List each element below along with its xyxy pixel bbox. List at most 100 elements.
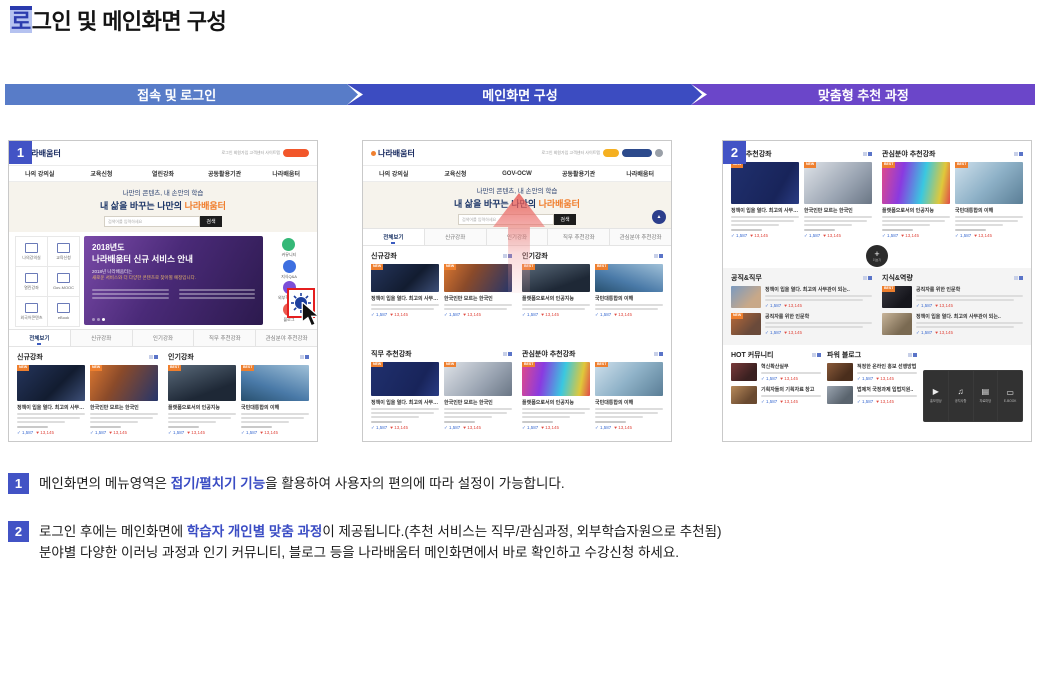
carousel-next-icon[interactable] bbox=[817, 353, 821, 357]
carousel-arrows bbox=[863, 152, 872, 156]
carousel-prev-icon[interactable] bbox=[503, 352, 507, 356]
utility-links[interactable]: 로그인 회원가입 고객센터 사이트맵 bbox=[221, 150, 280, 156]
course-card[interactable]: BEST플랫폼으로서의 인공지능✓ 1,587♥ 13,145 bbox=[882, 162, 950, 239]
nav-item[interactable]: 나의 강의실 bbox=[9, 169, 71, 178]
course-card[interactable]: BEST국민대통합의 이해✓ 1,587♥ 13,145 bbox=[595, 264, 663, 318]
more-button[interactable]: + 더보기 bbox=[866, 245, 888, 267]
tab-2[interactable]: 신규강좌 bbox=[425, 229, 487, 245]
notice-banner[interactable]: 2018년도 나라배움터 신규 서비스 안내 2018년 나라배움터는 새로운 … bbox=[84, 236, 263, 325]
main-nav: 나의 강의실교육신청GOV-OCW공동활용기관나라배움터 bbox=[363, 165, 671, 182]
banner-dot[interactable] bbox=[92, 318, 95, 321]
footer-icon-item[interactable]: ▤자료마당 bbox=[974, 371, 998, 421]
profile-circle-icon[interactable] bbox=[655, 149, 663, 157]
list-item[interactable]: 정책이 입을 열다. 최고의 사무관이 되는..✓ 1,587♥ 13,145 bbox=[882, 313, 1023, 336]
carousel-prev-icon[interactable] bbox=[863, 276, 867, 280]
carousel-prev-icon[interactable] bbox=[300, 355, 304, 359]
course-card[interactable]: NEW정책이 입을 열다. 최고의 사무관이 되는..✓ 1,587♥ 13,1… bbox=[731, 162, 799, 239]
tab-1[interactable]: 전체보기 bbox=[363, 229, 425, 245]
carousel-prev-icon[interactable] bbox=[908, 353, 912, 357]
quick-menu-item[interactable]: eBook bbox=[48, 297, 79, 326]
tab-5[interactable]: 관심분야 추천강좌 bbox=[610, 229, 671, 245]
side-menu-item[interactable]: 커뮤니티 bbox=[282, 238, 297, 258]
carousel-prev-icon[interactable] bbox=[149, 355, 153, 359]
carousel-next-icon[interactable] bbox=[305, 355, 309, 359]
banner-dot[interactable] bbox=[102, 318, 105, 321]
carousel-prev-icon[interactable] bbox=[654, 352, 658, 356]
carousel-prev-icon[interactable] bbox=[503, 254, 507, 258]
course-card[interactable]: BEST국민대통합의 이해✓ 1,587♥ 13,145 bbox=[595, 362, 663, 431]
utility-links[interactable]: 로그인 회원가입 고객센터 사이트맵 bbox=[541, 150, 600, 156]
tab-3[interactable]: 인기강좌 bbox=[133, 330, 195, 346]
tab-4[interactable]: 직무 추천강좌 bbox=[194, 330, 256, 346]
carousel-next-icon[interactable] bbox=[659, 254, 663, 258]
quick-menu-item[interactable]: Gov-MOOC bbox=[48, 267, 79, 296]
carousel-next-icon[interactable] bbox=[659, 352, 663, 356]
likes-count: ♥ 13,145 bbox=[823, 233, 841, 238]
course-card[interactable]: NEW한국인만 모르는 한국인✓ 1,587♥ 13,145 bbox=[444, 362, 512, 431]
nav-item[interactable]: 교육신청 bbox=[71, 169, 133, 178]
quick-menu-item[interactable]: 나의강의실 bbox=[16, 237, 47, 266]
quick-menu-item[interactable]: 교육신청 bbox=[48, 237, 79, 266]
course-card[interactable]: BEST국민대통합의 이해✓ 1,587♥ 13,145 bbox=[241, 365, 309, 436]
nav-item[interactable]: 교육신청 bbox=[425, 169, 487, 178]
list-item[interactable]: 기획자들의 기획자료 창고✓ 1,587♥ 13,145 bbox=[731, 386, 821, 405]
banner-pagination-dots[interactable] bbox=[92, 318, 105, 321]
quick-menu-item[interactable]: 열린강좌 bbox=[16, 267, 47, 296]
course-card[interactable]: BEST플랫폼으로서의 인공지능✓ 1,587♥ 13,145 bbox=[168, 365, 236, 436]
footer-icon-item[interactable]: ♫공지사항 bbox=[949, 371, 973, 421]
carousel-prev-icon[interactable] bbox=[812, 353, 816, 357]
carousel-next-icon[interactable] bbox=[154, 355, 158, 359]
course-card[interactable]: NEW한국인만 모르는 한국인✓ 1,587♥ 13,145 bbox=[90, 365, 158, 436]
search-button[interactable]: 검색 bbox=[554, 214, 576, 225]
list-item-title: 공직자를 위한 인문학 bbox=[916, 286, 1023, 293]
course-card[interactable]: NEW한국인만 모르는 한국인✓ 1,587♥ 13,145 bbox=[444, 264, 512, 318]
course-card[interactable]: BEST플랫폼으로서의 인공지능✓ 1,587♥ 13,145 bbox=[522, 264, 590, 318]
side-menu-item[interactable]: 지식Q&A bbox=[281, 260, 297, 280]
course-card[interactable]: NEW정책이 입을 열다. 최고의 사무관이 되는..✓ 1,587♥ 13,1… bbox=[17, 365, 85, 436]
carousel-prev-icon[interactable] bbox=[654, 254, 658, 258]
carousel-prev-icon[interactable] bbox=[1014, 152, 1018, 156]
nav-item[interactable]: 나의 강의실 bbox=[363, 169, 425, 178]
course-card[interactable]: BEST플랫폼으로서의 인공지능✓ 1,587♥ 13,145 bbox=[522, 362, 590, 431]
list-item[interactable]: NEW공직자를 위한 인문학✓ 1,587♥ 13,145 bbox=[731, 313, 872, 336]
list-item[interactable]: 법제처 국정과제 입법지원..✓ 1,587♥ 13,145 bbox=[827, 386, 917, 405]
search-button[interactable]: 검색 bbox=[200, 216, 222, 227]
list-item[interactable]: 정책이 입을 열다. 최고의 사무관이 되는..✓ 1,587♥ 13,145 bbox=[731, 286, 872, 309]
list-item[interactable]: 혁신확산실무✓ 1,587♥ 13,145 bbox=[731, 363, 821, 382]
carousel-next-icon[interactable] bbox=[1019, 276, 1023, 280]
nav-item[interactable]: 공동활용기관 bbox=[548, 169, 610, 178]
site-logo[interactable]: 나라배움터 bbox=[371, 148, 415, 159]
nav-item[interactable]: 열린강좌 bbox=[132, 169, 194, 178]
onair-badge[interactable] bbox=[603, 149, 619, 157]
quick-menu-item[interactable]: 외국어콘텐츠 bbox=[16, 297, 47, 326]
tab-1[interactable]: 전체보기 bbox=[9, 330, 71, 346]
footer-icon-item[interactable]: ▭E-BOOK bbox=[998, 371, 1022, 421]
nav-item[interactable]: 나라배움터 bbox=[609, 169, 671, 178]
course-card[interactable]: BEST국민대통합의 이해✓ 1,587♥ 13,145 bbox=[955, 162, 1023, 239]
list-item[interactable]: BEST공직자를 위한 인문학✓ 1,587♥ 13,145 bbox=[882, 286, 1023, 309]
search-input[interactable]: 검색어를 입력하세요 bbox=[104, 216, 200, 227]
carousel-prev-icon[interactable] bbox=[863, 152, 867, 156]
carousel-prev-icon[interactable] bbox=[1014, 276, 1018, 280]
shared-org-button[interactable] bbox=[622, 149, 652, 157]
tab-4[interactable]: 직무 추천강좌 bbox=[548, 229, 610, 245]
tab-2[interactable]: 신규강좌 bbox=[71, 330, 133, 346]
nav-item[interactable]: 나라배움터 bbox=[255, 169, 317, 178]
carousel-next-icon[interactable] bbox=[913, 353, 917, 357]
carousel-next-icon[interactable] bbox=[868, 276, 872, 280]
carousel-next-icon[interactable] bbox=[868, 152, 872, 156]
remote-support-button[interactable] bbox=[283, 149, 309, 157]
carousel-next-icon[interactable] bbox=[1019, 152, 1023, 156]
footer-icon-item[interactable]: ▶홍보영상 bbox=[924, 371, 948, 421]
tab-5[interactable]: 관심분야 추천강좌 bbox=[256, 330, 317, 346]
course-card[interactable]: NEW정책이 입을 열다. 최고의 사무관이 되는..✓ 1,587♥ 13,1… bbox=[371, 264, 439, 318]
list-item[interactable]: 적정한 온라인 홍보 선행방법✓ 1,587♥ 13,145 bbox=[827, 363, 917, 382]
nav-item[interactable]: GOV-OCW bbox=[486, 171, 548, 177]
expand-toggle-button[interactable]: ▲ bbox=[652, 210, 666, 224]
course-card[interactable]: NEW한국인만 모르는 한국인✓ 1,587♥ 13,145 bbox=[804, 162, 872, 239]
banner-dot[interactable] bbox=[97, 318, 100, 321]
nav-item[interactable]: 공동활용기관 bbox=[194, 169, 256, 178]
carousel-next-icon[interactable] bbox=[508, 352, 512, 356]
course-card[interactable]: NEW정책이 입을 열다. 최고의 사무관이 되는..✓ 1,587♥ 13,1… bbox=[371, 362, 439, 431]
course-description-bar bbox=[90, 421, 138, 423]
